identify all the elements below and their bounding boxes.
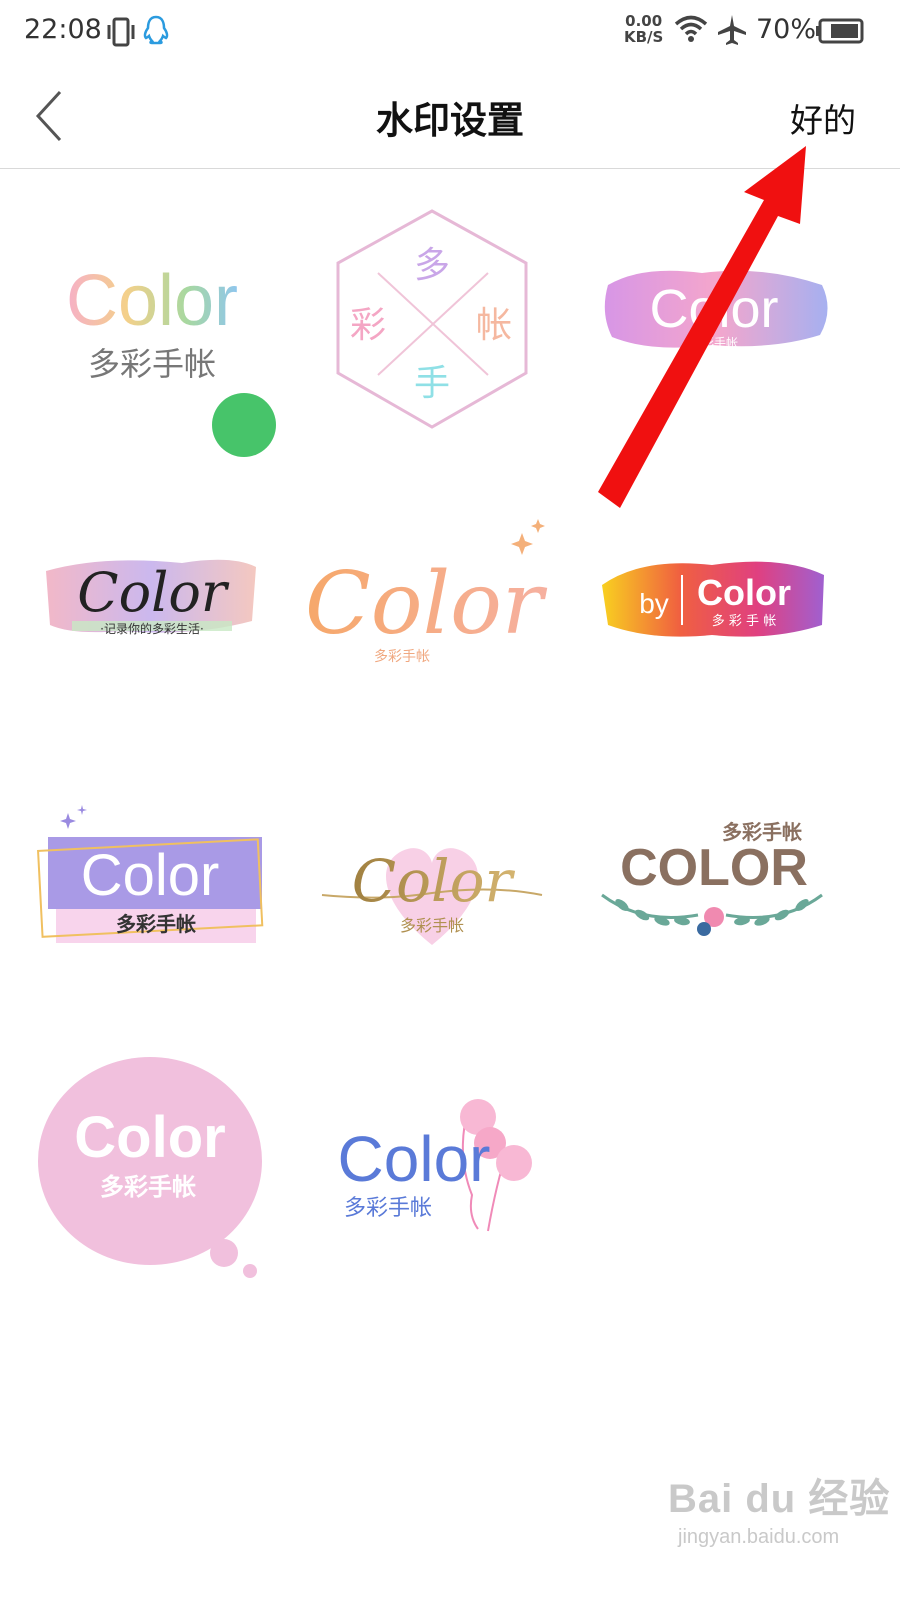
watermark-preview: Color 多彩手帐 — [37, 805, 264, 943]
confirm-button[interactable]: 好的 — [790, 94, 856, 142]
wm-char: 手 — [414, 363, 450, 404]
watermark-option-2[interactable]: 多 彩 帐 手 — [292, 195, 572, 475]
wm-brand: Color — [352, 847, 516, 915]
watermark-preview: Color 多彩手帐 — [38, 1057, 262, 1278]
watermark-option-4[interactable]: Color ·记录你的多彩生活· — [12, 475, 292, 755]
wm-sub: 多彩手帐 — [88, 345, 216, 383]
watermark-preview: by Color 多 彩 手 帐 — [602, 561, 824, 637]
network-speed: 0.00 KB/S — [624, 13, 663, 45]
watermark-preview: Color ·记录你的多彩生活· — [46, 559, 256, 636]
wm-sub: 多彩手帐 — [374, 648, 430, 665]
wm-sub: 多 彩 手 帐 — [712, 613, 776, 629]
watermark-option-8[interactable]: Color 多彩手帐 — [292, 755, 572, 1035]
net-speed-unit: KB/S — [624, 28, 664, 46]
wm-prefix: by — [639, 588, 669, 619]
watermark-option-5[interactable]: Color 多彩手帐 — [292, 475, 572, 755]
nav-bar: 水印设置 好的 — [0, 64, 900, 169]
wm-sub: 多彩手帐 — [400, 916, 464, 935]
wm-sub: 多彩手帐 — [116, 912, 196, 936]
wm-brand: Color — [649, 279, 778, 339]
wm-brand: Color — [66, 261, 238, 341]
wm-sub: 多彩手帐 — [100, 1173, 196, 1201]
net-speed-value: 0.00 — [625, 12, 663, 30]
watermark-option-11[interactable]: Color 多彩手帐 — [292, 1035, 572, 1315]
wm-brand: Color — [81, 843, 220, 908]
baidu-jingyan-watermark: Bai du 经验 jingyan.baidu.com — [668, 1466, 890, 1549]
watermark-option-1[interactable]: Color 多彩手帐 — [12, 195, 429, 599]
wm-brand: Color — [697, 572, 791, 613]
wm-char: 帐 — [476, 305, 512, 346]
wm-brand: Color — [74, 1105, 225, 1170]
wm-char: 彩 — [350, 305, 386, 346]
watermark-preview: Color 多彩手帐 — [338, 1099, 532, 1232]
watermark-url: jingyan.baidu.com — [678, 1526, 840, 1548]
qq-icon — [142, 14, 170, 50]
wm-sub: 多彩手帐 — [344, 1196, 432, 1221]
status-time: 22:08 — [24, 14, 102, 45]
wm-sub: ·记录你的多彩生活· — [100, 621, 204, 636]
watermark-preview: Color 多彩手帐 — [305, 519, 548, 665]
vibrate-icon — [106, 16, 136, 52]
wm-brand: Color — [77, 561, 230, 624]
watermark-option-9[interactable]: 多彩手帐 COLOR — [572, 755, 852, 1035]
wm-brand: Color — [338, 1123, 491, 1195]
airplane-icon — [716, 13, 748, 51]
watermark-preview: 多 彩 帐 手 — [336, 209, 528, 429]
wifi-icon — [674, 14, 708, 48]
battery-percent: 70% — [756, 14, 817, 45]
watermark-option-6[interactable]: by Color 多 彩 手 帐 — [572, 475, 852, 755]
status-bar: 22:08 0.00 KB/S 70% — [0, 0, 900, 64]
battery-icon — [816, 18, 864, 48]
watermark-preview: Color 多彩手帐 — [604, 270, 828, 350]
watermark-logo: Bai du 经验 — [668, 1477, 891, 1521]
page-title: 水印设置 — [376, 99, 524, 142]
watermark-option-3[interactable]: Color 多彩手帐 — [572, 195, 852, 475]
watermark-preview: 多彩手帐 COLOR — [601, 820, 823, 936]
wm-brand: COLOR — [620, 839, 808, 897]
wm-brand: Color — [305, 554, 548, 654]
watermark-preview: Color 多彩手帐 — [321, 847, 543, 945]
watermark-option-10[interactable]: Color 多彩手帐 — [12, 1035, 292, 1315]
wm-sub: 多彩手帐 — [690, 335, 738, 350]
watermark-option-7[interactable]: Color 多彩手帐 — [12, 755, 292, 1035]
wm-char: 多 — [414, 245, 450, 286]
selected-check — [212, 393, 429, 599]
